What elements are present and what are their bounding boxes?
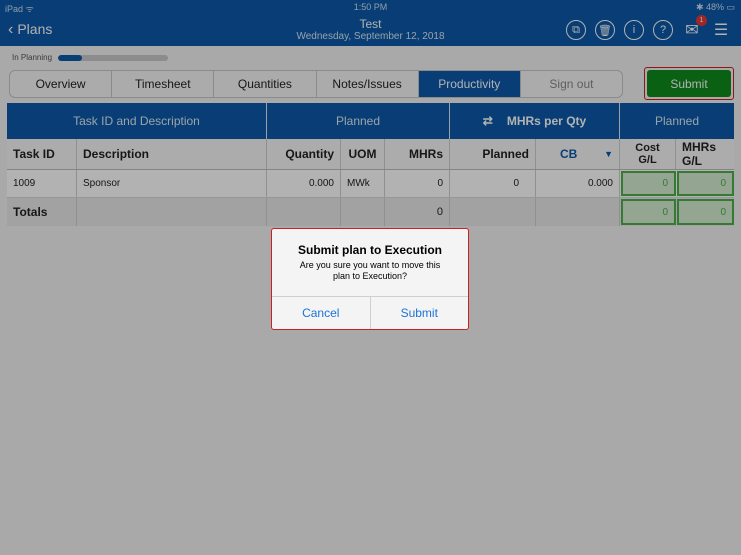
dialog-message: Are you sure you want to move this plan … <box>299 260 441 281</box>
dialog-title: Submit plan to Execution <box>297 243 442 257</box>
dialog-actions: Cancel Submit <box>272 296 468 329</box>
submit-confirm-dialog: Submit plan to Execution Are you sure yo… <box>271 228 469 330</box>
confirm-submit-button[interactable]: Submit <box>371 297 469 329</box>
cancel-button[interactable]: Cancel <box>272 297 371 329</box>
